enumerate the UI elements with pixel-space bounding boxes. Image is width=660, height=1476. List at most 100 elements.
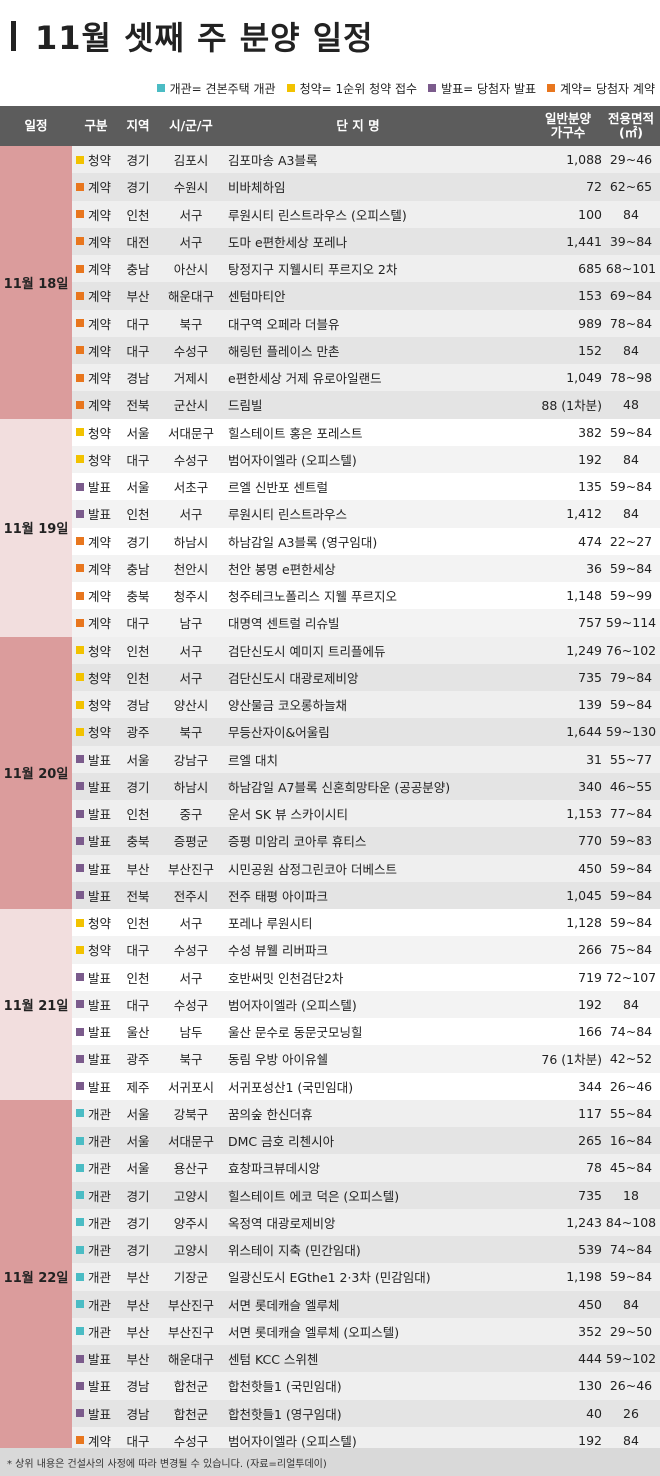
row-complex-name: 드림빌 [228,398,263,414]
legend-item: 계약= 당첨자 계약 [547,80,655,97]
table-row: 계약 경기 하남시 하남감일 A3블록 (영구임대) 474 22~27 [72,527,660,555]
row-complex-name: 르엘 신반포 센트럴 [228,480,328,496]
row-complex-name: e편한세상 거제 유로아일랜드 [228,371,382,387]
row-city: 수성구 [173,997,209,1013]
type-square-icon [76,1191,84,1200]
row-type-label: 발표 [88,507,112,523]
row-area: 45~84 [609,1160,653,1176]
row-units: 266 [578,942,602,958]
row-area: 22~27 [609,533,653,549]
row-complex-name: 울산 문수로 동문굿모닝힐 [228,1025,363,1041]
date-group: 11월 21일 청약 인천 서구 포레나 루원시티 1,128 59~84 청약 대구 수성구 수성… [0,909,660,1100]
row-region: 서울 [126,1161,150,1177]
row-type-label: 발표 [88,997,112,1013]
row-region: 광주 [126,1052,150,1068]
table-row: 계약 대구 수성구 해링턴 플레이스 만촌 152 84 [72,336,660,364]
table-row: 발표 충북 증평군 증평 미암리 코아루 휴티스 770 59~83 [72,827,660,855]
row-city: 고양시 [173,1188,209,1204]
row-city: 하남시 [173,779,209,795]
row-city: 수성구 [173,452,209,468]
title-accent-bar [11,21,16,51]
header-city: 시/군/구 [169,118,213,133]
row-type: 발표 [76,1345,116,1372]
header-area: 전용면적 (㎡) [602,106,660,146]
row-type-label: 계약 [88,343,112,359]
row-area: 75~84 [609,942,653,958]
header-type: 구분 [84,118,108,133]
row-area: 46~55 [609,778,653,794]
row-units: 117 [578,1105,602,1121]
row-city: 기장군 [173,1270,209,1286]
type-square-icon [76,755,84,764]
row-type: 계약 [76,391,116,418]
row-area: 59~84 [609,860,653,876]
row-type-label: 발표 [88,752,112,768]
type-square-icon [76,319,84,328]
type-square-icon [76,618,84,627]
row-type-label: 발표 [88,861,112,877]
row-region: 대전 [126,234,150,250]
row-region: 인천 [126,643,150,659]
row-area: 79~84 [609,669,653,685]
row-complex-name: 포레나 루원시티 [228,916,313,932]
date-cell: 11월 19일 [0,418,72,637]
row-units: 135 [578,479,602,495]
table-row: 개관 경기 고양시 위스테이 지축 (민간임대) 539 74~84 [72,1236,660,1264]
row-area: 16~84 [609,1133,653,1149]
table-row: 발표 서울 강남구 르엘 대치 31 55~77 [72,745,660,773]
row-type: 발표 [76,855,116,882]
row-units: 539 [578,1242,602,1258]
row-area: 84 [623,1296,639,1312]
row-type: 개관 [76,1318,116,1345]
table-row: 발표 인천 서구 루원시티 린스트라우스 1,412 84 [72,500,660,528]
row-area: 69~84 [609,288,653,304]
row-type-label: 발표 [88,888,112,904]
type-square-icon [76,564,84,573]
header-area-line2: (㎡) [619,125,643,140]
row-type: 개관 [76,1182,116,1209]
type-square-icon [76,455,84,464]
row-region: 인천 [126,207,150,223]
row-type-label: 계약 [88,616,112,632]
row-units: 444 [578,1351,602,1367]
row-city: 서구 [179,970,203,986]
row-complex-name: 꿈의숲 한신더휴 [228,1106,313,1122]
type-square-icon [76,1272,84,1281]
row-area: 18 [623,1187,639,1203]
row-complex-name: 수성 뷰웰 리버파크 [228,943,328,959]
row-city: 강남구 [173,752,209,768]
footer-text: * 상위 내용은 건설사의 사정에 따라 변경될 수 있습니다. (자료=리얼투… [7,1458,327,1470]
row-complex-name: 김포마송 A3블록 [228,153,318,169]
row-complex-name: 범어자이엘라 (오피스텔) [228,997,357,1013]
row-area: 59~84 [609,887,653,903]
type-square-icon [76,155,84,164]
header-area-line1: 전용면적 [607,111,654,126]
row-type: 계약 [76,337,116,364]
row-units: 474 [578,533,602,549]
row-city: 강북구 [173,1106,209,1122]
row-area: 59~84 [609,560,653,576]
row-complex-name: DMC 금호 리첸시아 [228,1134,335,1150]
row-type: 청약 [76,909,116,936]
row-complex-name: 양산물금 코오롱하늘채 [228,698,347,714]
table-row: 발표 부산 부산진구 시민공원 삼정그린코아 더베스트 450 59~84 [72,854,660,882]
row-region: 충북 [126,589,150,605]
table-row: 발표 광주 북구 동림 우방 아이유쉘 76 (1차분) 42~52 [72,1045,660,1073]
table-row: 청약 대구 수성구 범어자이엘라 (오피스텔) 192 84 [72,445,660,473]
type-square-icon [76,1082,84,1091]
row-complex-name: 전주 태평 아이파크 [228,888,328,904]
row-type: 발표 [76,1372,116,1399]
table-row: 개관 경기 양주시 옥정역 대광로제비앙 1,243 84~108 [72,1208,660,1236]
type-square-icon [76,346,84,355]
table-row: 발표 경남 합천군 합천핫들1 (국민임대) 130 26~46 [72,1372,660,1400]
row-units: 192 [578,996,602,1012]
row-city: 남두 [179,1025,203,1041]
row-complex-name: 르엘 대치 [228,752,278,768]
row-complex-name: 센텀마티안 [228,289,286,305]
type-square-icon [76,1136,84,1145]
row-city: 부산진구 [167,1324,214,1340]
row-region: 인천 [126,807,150,823]
row-units: 1,412 [566,506,602,522]
table-row: 계약 충남 천안시 천안 봉명 e편한세상 36 59~84 [72,554,660,582]
row-complex-name: 위스테이 지축 (민간임대) [228,1243,361,1259]
